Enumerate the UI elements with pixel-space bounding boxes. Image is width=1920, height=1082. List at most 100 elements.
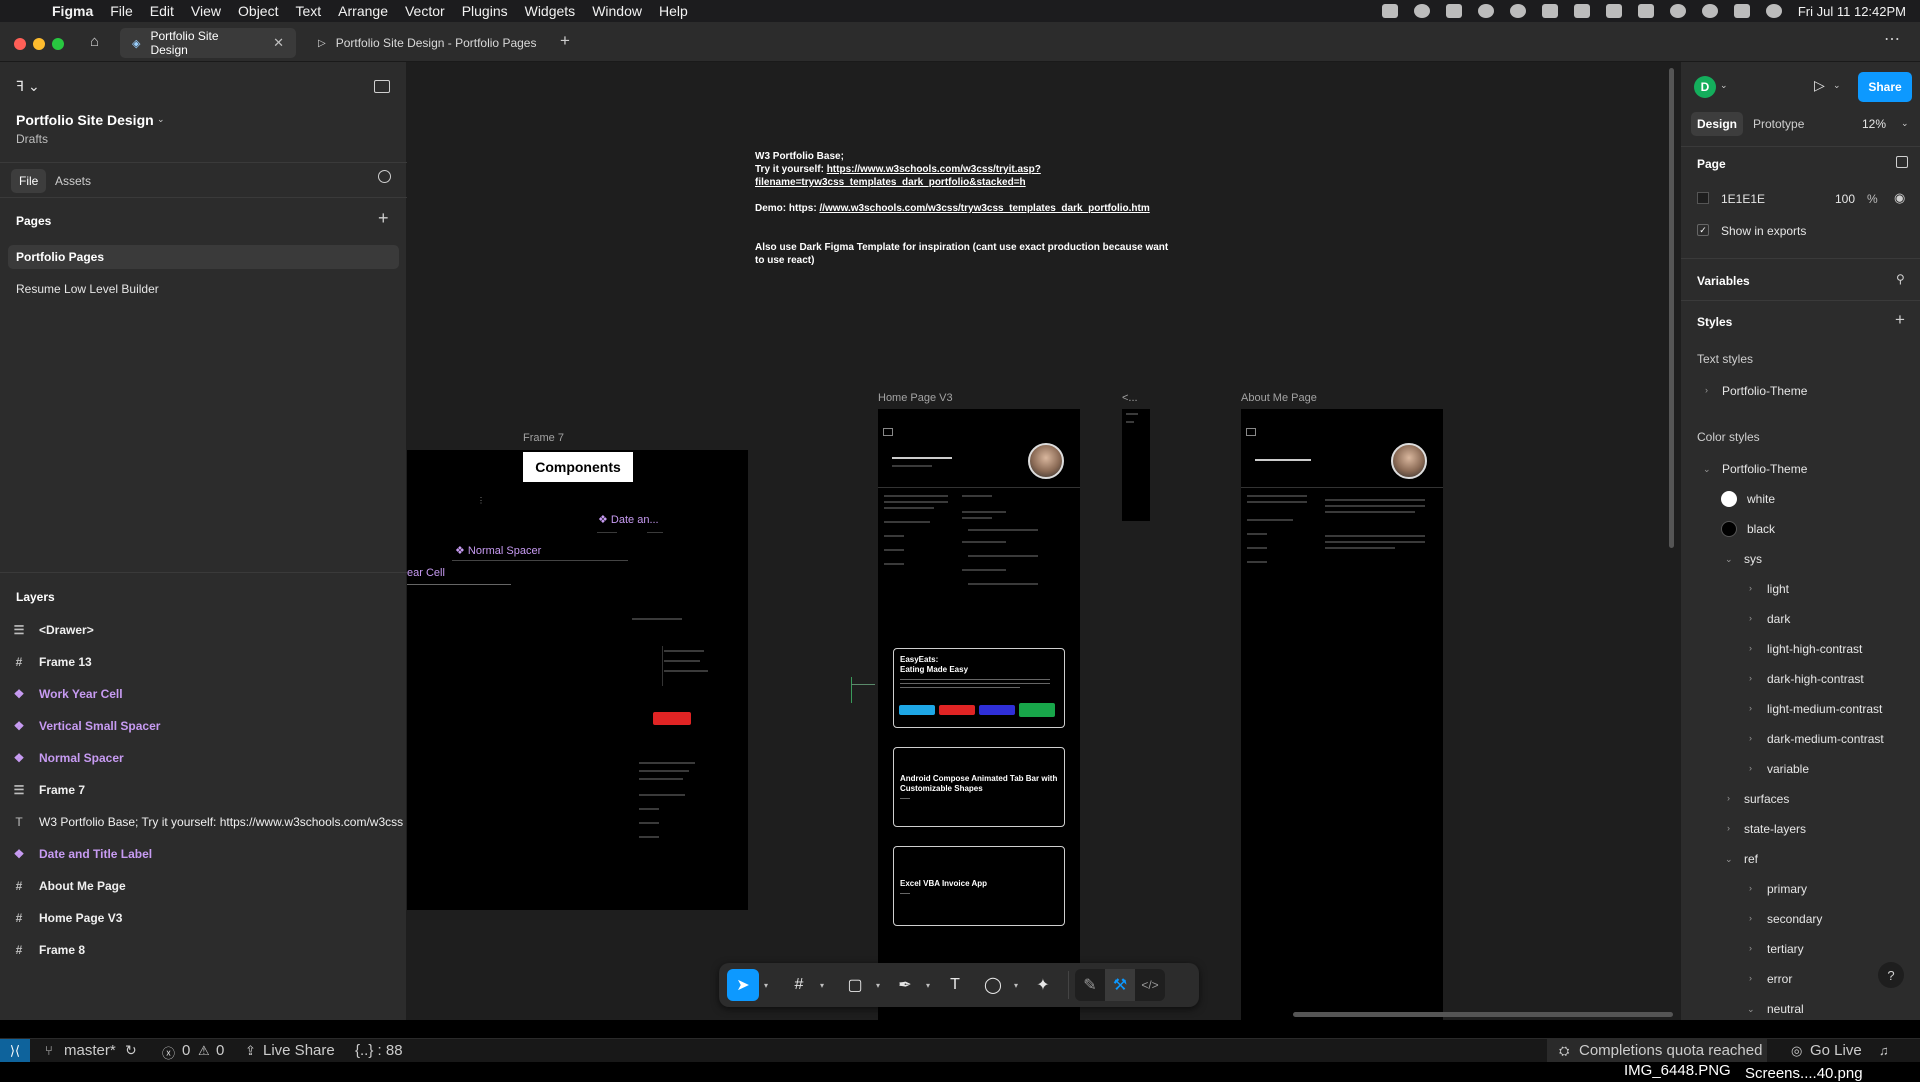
chevron-down-icon[interactable]: ⌄ — [1725, 554, 1733, 565]
layer-item[interactable]: # Home Page V3 — [12, 906, 407, 930]
layer-item[interactable]: ❖ Work Year Cell — [12, 682, 407, 706]
layer-item[interactable]: ❖ Date and Title Label — [12, 842, 407, 866]
minimize-window-icon[interactable] — [33, 38, 45, 50]
menu-help[interactable]: Help — [659, 3, 688, 19]
tab-design[interactable]: Design — [1691, 112, 1744, 136]
color-subgroup[interactable]: primary — [1767, 882, 1807, 896]
chevron-down-icon[interactable]: ▾ — [871, 981, 885, 990]
chevron-down-icon[interactable]: ⌄ — [1833, 80, 1841, 91]
figma-status-icon[interactable] — [1381, 4, 1398, 18]
json-path[interactable]: {..} : 88 — [355, 1042, 403, 1059]
color-subgroup[interactable]: light-high-contrast — [1767, 642, 1862, 656]
menu-widgets[interactable]: Widgets — [525, 3, 576, 19]
chevron-right-icon[interactable]: › — [1727, 823, 1730, 833]
canvas[interactable]: W3 Portfolio Base; Try it yourself: http… — [407, 62, 1680, 1020]
new-tab-icon[interactable]: + — [560, 31, 570, 51]
feather-icon[interactable] — [1541, 4, 1558, 18]
chevron-right-icon[interactable]: › — [1749, 763, 1752, 773]
drawer-frame[interactable] — [1122, 409, 1150, 521]
color-subgroup[interactable]: secondary — [1767, 912, 1822, 926]
chevron-right-icon[interactable]: › — [1749, 883, 1752, 893]
color-group-surfaces[interactable]: surfaces — [1744, 792, 1789, 806]
sync-icon[interactable]: ↻ — [125, 1042, 137, 1059]
color-subgroup[interactable]: tertiary — [1767, 942, 1804, 956]
layer-item[interactable]: ❖ Vertical Small Spacer — [12, 714, 407, 738]
file-location[interactable]: Drafts — [16, 132, 48, 146]
clock-icon[interactable] — [1413, 4, 1430, 18]
home-page-v3-frame[interactable]: EasyEats: Eating Made Easy Android Compo… — [878, 409, 1080, 1020]
page-opacity[interactable]: 100 — [1835, 192, 1855, 206]
layer-item[interactable]: T W3 Portfolio Base; Try it yourself: htt… — [12, 810, 407, 834]
local-variables-icon[interactable] — [1896, 156, 1908, 168]
menu-arrange[interactable]: Arrange — [338, 3, 388, 19]
color-subgroup[interactable]: neutral — [1767, 1002, 1804, 1016]
note-text[interactable]: W3 Portfolio Base; Try it yourself: http… — [755, 150, 1175, 267]
dev-mode-icon[interactable]: </> — [1135, 969, 1165, 1001]
menu-vector[interactable]: Vector — [405, 3, 445, 19]
draw-mode-icon[interactable]: ✎ — [1075, 969, 1105, 1001]
chevron-right-icon[interactable]: › — [1749, 613, 1752, 623]
menu-clock[interactable]: Fri Jul 11 12:42PM — [1798, 4, 1906, 19]
move-tool-icon[interactable]: ➤ — [727, 969, 759, 1001]
color-style-group[interactable]: Portfolio-Theme — [1722, 462, 1807, 476]
chevron-right-icon[interactable]: › — [1705, 385, 1708, 395]
color-group-sys[interactable]: sys — [1744, 552, 1762, 566]
desktop-file-label[interactable]: IMG_6448.PNG — [1624, 1062, 1731, 1079]
add-style-icon[interactable]: + — [1895, 310, 1905, 330]
tab-portfolio-site-design[interactable]: ◈ Portfolio Site Design ✕ — [120, 28, 296, 58]
chevron-down-icon[interactable]: ⌄ — [1901, 118, 1909, 129]
chevron-down-icon[interactable]: ⌄ — [1747, 1004, 1755, 1015]
bluetooth-icon[interactable] — [1605, 4, 1622, 18]
design-mode-icon[interactable]: ⚒ — [1105, 969, 1135, 1001]
main-menu-icon[interactable]: ꟻ ⌄ — [16, 78, 40, 95]
menu-object[interactable]: Object — [238, 3, 278, 19]
page-color-hex[interactable]: 1E1E1E — [1721, 192, 1765, 206]
chevron-right-icon[interactable]: › — [1749, 913, 1752, 923]
chevron-right-icon[interactable]: › — [1749, 583, 1752, 593]
tab-prototype[interactable]: Prototype — [1753, 117, 1804, 131]
quota-item[interactable]: ⛭ Completions quota reached — [1547, 1039, 1767, 1063]
warning-count[interactable]: 0 — [216, 1042, 224, 1059]
page-item-resume-low-level-builder[interactable]: Resume Low Level Builder — [8, 277, 399, 301]
variables-heading[interactable]: Variables — [1697, 274, 1750, 288]
chevron-down-icon[interactable]: ▾ — [1009, 981, 1023, 990]
chevron-down-icon[interactable]: ⌄ — [1703, 464, 1711, 475]
tab-file[interactable]: File — [11, 169, 47, 193]
chevron-down-icon[interactable]: ⌄ — [1720, 80, 1728, 91]
close-tab-icon[interactable]: ✕ — [273, 35, 284, 51]
frame-label[interactable]: About Me Page — [1241, 392, 1317, 404]
remote-icon[interactable]: ⟩⟨ — [0, 1039, 30, 1063]
chevron-down-icon[interactable]: ▾ — [759, 981, 773, 990]
layer-item[interactable]: ❖ Normal Spacer — [12, 746, 407, 770]
layer-item[interactable]: # Frame 8 — [12, 938, 407, 962]
frame-label[interactable]: <... — [1122, 392, 1138, 404]
page-color-swatch[interactable] — [1697, 192, 1709, 204]
chevron-down-icon[interactable]: ▾ — [921, 981, 935, 990]
rectangle-tool-icon[interactable]: ▢ — [839, 969, 871, 1001]
chevron-down-icon[interactable]: ▾ — [815, 981, 829, 990]
frame-7[interactable]: Components ⋮ ❖ Date an... ❖ Normal Space… — [407, 450, 748, 910]
layers-stack-icon[interactable] — [1573, 4, 1590, 18]
frame-label[interactable]: Home Page V3 — [878, 392, 953, 404]
close-window-icon[interactable] — [14, 38, 26, 50]
bell-icon[interactable]: ♫ — [1879, 1043, 1889, 1058]
layer-item[interactable]: # About Me Page — [12, 874, 407, 898]
error-count[interactable]: 0 — [182, 1042, 190, 1059]
avatar[interactable]: D — [1694, 76, 1716, 98]
menu-plugins[interactable]: Plugins — [462, 3, 508, 19]
actions-ai-icon[interactable]: ✦ — [1027, 969, 1059, 1001]
tab-portfolio-pages-prototype[interactable]: ▷ Portfolio Site Design - Portfolio Page… — [306, 28, 542, 58]
color-group-state-layers[interactable]: state-layers — [1744, 822, 1806, 836]
color-subgroup[interactable]: dark — [1767, 612, 1790, 626]
chevron-right-icon[interactable]: › — [1749, 733, 1752, 743]
share-button[interactable]: Share — [1858, 72, 1912, 102]
battery-icon[interactable] — [1637, 4, 1654, 18]
horizontal-scrollbar[interactable] — [1293, 1012, 1673, 1017]
file-chevron-down-icon[interactable]: ⌄ — [157, 114, 165, 125]
color-subgroup[interactable]: dark-high-contrast — [1767, 672, 1864, 686]
color-group-ref[interactable]: ref — [1744, 852, 1758, 866]
show-in-exports-checkbox[interactable]: ✓ — [1697, 224, 1709, 236]
present-play-icon[interactable]: ▷ — [1814, 77, 1825, 94]
search-icon[interactable] — [378, 170, 391, 183]
pen-tool-icon[interactable]: ✒ — [889, 969, 921, 1001]
